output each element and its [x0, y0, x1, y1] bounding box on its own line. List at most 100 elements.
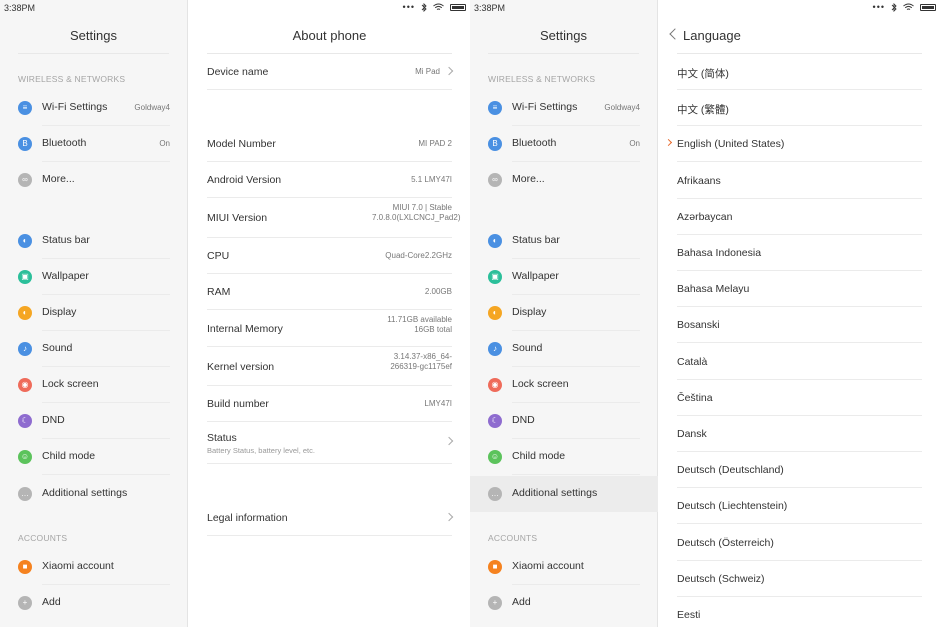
wifi-status-icon — [433, 3, 444, 10]
language-option-label: Deutsch (Österreich) — [677, 536, 774, 549]
about-row-label: MIUI Version — [207, 212, 268, 224]
child-mode-icon: ☺ — [488, 450, 502, 464]
sidebar-item-child-mode[interactable]: ☺ Child mode — [470, 439, 658, 475]
sidebar-item-bluetooth[interactable]: B Bluetooth On — [470, 126, 658, 162]
selected-chevron-icon — [664, 139, 673, 147]
sidebar-item-more[interactable]: ∞ More... — [0, 162, 188, 198]
sidebar-item-display[interactable]: ◐ Display — [470, 295, 658, 331]
language-option-label: Čeština — [677, 391, 713, 404]
divider — [18, 53, 169, 54]
language-option[interactable]: 中文 (简体) — [677, 54, 922, 90]
sidebar-item-status-bar[interactable]: ◐ Status bar — [0, 223, 188, 259]
about-row-label: Internal Memory — [207, 322, 283, 335]
sidebar-item-label: Additional settings — [512, 487, 598, 499]
language-option-label: Bahasa Melayu — [677, 283, 750, 296]
sidebar-item-display[interactable]: ◐ Display — [0, 295, 188, 331]
bluetooth-icon: B — [18, 137, 32, 151]
language-option[interactable]: Català — [677, 344, 922, 380]
add-icon: + — [488, 596, 502, 610]
language-option[interactable]: Afrikaans — [677, 163, 922, 199]
status-label: Status — [207, 432, 237, 444]
language-option[interactable]: Dansk — [677, 416, 922, 452]
lock-icon: ◉ — [18, 378, 32, 392]
about-row-value: LMY47I — [424, 399, 452, 408]
about-row-value: 11.71GB available 16GB total — [387, 315, 452, 334]
sidebar-item-value: On — [629, 139, 640, 148]
about-row-label: Kernel version — [207, 360, 275, 373]
language-option[interactable]: Čeština — [677, 380, 922, 416]
sidebar-item-wifi[interactable]: ≡ Wi-Fi Settings Goldway4 — [0, 90, 188, 126]
wifi-status-icon — [903, 3, 914, 10]
sidebar-item-wifi[interactable]: ≡ Wi-Fi Settings Goldway4 — [470, 90, 658, 126]
sidebar-item-xiaomi[interactable]: ■ Xiaomi account — [0, 549, 188, 585]
about-row-value: 5.1 LMY47I — [411, 175, 452, 184]
sidebar-item-additional-settings[interactable]: … Additional settings — [470, 476, 658, 512]
sidebar-item-bluetooth[interactable]: B Bluetooth On — [0, 126, 188, 162]
dnd-icon: ☾ — [18, 414, 32, 428]
language-option[interactable]: Deutsch (Deutschland) — [677, 452, 922, 489]
language-option[interactable]: Azərbaycan — [677, 199, 922, 235]
right-screen: Settings WIRELESS & NETWORKS ACCOUNTS ≡ W… — [470, 0, 940, 627]
sidebar-item-xiaomi[interactable]: ■ Xiaomi account — [470, 549, 658, 585]
sidebar-item-dnd[interactable]: ☾ DND — [0, 403, 188, 439]
sidebar-item-label: Status bar — [512, 234, 560, 246]
sidebar-item-label: DND — [42, 414, 65, 426]
sidebar-item-label: Add — [512, 596, 531, 608]
language-option[interactable]: Deutsch (Österreich) — [677, 525, 922, 561]
about-row: RAM 2.00GB — [207, 274, 452, 310]
sidebar-item-label: Bluetooth — [512, 137, 557, 149]
sidebar-item-add[interactable]: + Add — [470, 585, 658, 621]
language-option[interactable]: Bahasa Indonesia — [677, 235, 922, 271]
sidebar-item-more[interactable]: ∞ More... — [470, 162, 658, 198]
status-bar: 3:38PM ••• — [0, 0, 470, 16]
sound-icon: ♪ — [18, 342, 32, 356]
sidebar-item-label: More... — [42, 173, 75, 185]
language-option[interactable]: Deutsch (Liechtenstein) — [677, 488, 922, 525]
about-row-label: Android Version — [207, 174, 282, 186]
sidebar-item-dnd[interactable]: ☾ DND — [470, 403, 658, 439]
about-phone-title: About phone — [292, 28, 367, 43]
about-row: CPU Quad-Core2.2GHz — [207, 238, 452, 274]
language-option[interactable]: Deutsch (Schweiz) — [677, 561, 922, 597]
legal-information-label: Legal information — [207, 512, 288, 524]
sidebar-item-lock[interactable]: ◉ Lock screen — [0, 367, 188, 403]
sidebar-item-status-bar[interactable]: ◐ Status bar — [470, 223, 658, 259]
sidebar-item-wallpaper[interactable]: ▣ Wallpaper — [470, 259, 658, 295]
about-row-value: MIUI 7.0 | Stable 7.0.8.0(LXLCNCJ_Pad2) — [372, 203, 461, 222]
about-row: Build number LMY47I — [207, 386, 452, 422]
sidebar-item-sound[interactable]: ♪ Sound — [0, 331, 188, 367]
about-phone-pane: About phone Device name Mi Pad Model Num… — [189, 0, 470, 627]
language-option-label: Dansk — [677, 428, 707, 440]
display-icon: ◐ — [18, 306, 32, 320]
sidebar-item-wallpaper[interactable]: ▣ Wallpaper — [0, 259, 188, 295]
sidebar-item-value: On — [159, 139, 170, 148]
language-option[interactable]: English (United States) — [664, 126, 922, 163]
chevron-right-icon — [444, 66, 454, 76]
language-option-label: Deutsch (Liechtenstein) — [677, 500, 788, 513]
status-bar: 3:38PM ••• — [470, 0, 940, 16]
language-option-label: Bahasa Indonesia — [677, 247, 762, 259]
sidebar-item-add[interactable]: + Add — [0, 585, 188, 621]
sidebar-item-sound[interactable]: ♪ Sound — [470, 331, 658, 367]
language-option[interactable]: Eesti — [677, 597, 922, 627]
language-option[interactable]: Bosanski — [677, 307, 922, 344]
sidebar-item-lock[interactable]: ◉ Lock screen — [470, 367, 658, 403]
about-row-value: MI PAD 2 — [418, 139, 452, 148]
sidebar-item-label: Status bar — [42, 234, 90, 246]
legal-information-row[interactable]: Legal information — [207, 500, 454, 536]
device-name-row[interactable]: Device name Mi Pad — [207, 54, 454, 90]
wifi-icon: ≡ — [488, 101, 502, 115]
language-option[interactable]: 中文 (繁體) — [677, 90, 922, 127]
language-option[interactable]: Bahasa Melayu — [677, 271, 922, 308]
status-row[interactable]: Status Battery Status, battery level, et… — [207, 422, 454, 464]
back-arrow-icon[interactable] — [669, 28, 681, 40]
sidebar-item-child-mode[interactable]: ☺ Child mode — [0, 439, 188, 475]
device-name-label: Device name — [207, 66, 269, 78]
section-accounts: ACCOUNTS — [18, 533, 68, 543]
wifi-icon: ≡ — [18, 101, 32, 115]
sidebar-item-additional-settings[interactable]: … Additional settings — [0, 476, 188, 512]
chevron-right-icon — [444, 436, 454, 446]
notification-dots-icon: ••• — [872, 2, 885, 12]
section-accounts: ACCOUNTS — [488, 533, 538, 543]
divider — [42, 474, 170, 475]
